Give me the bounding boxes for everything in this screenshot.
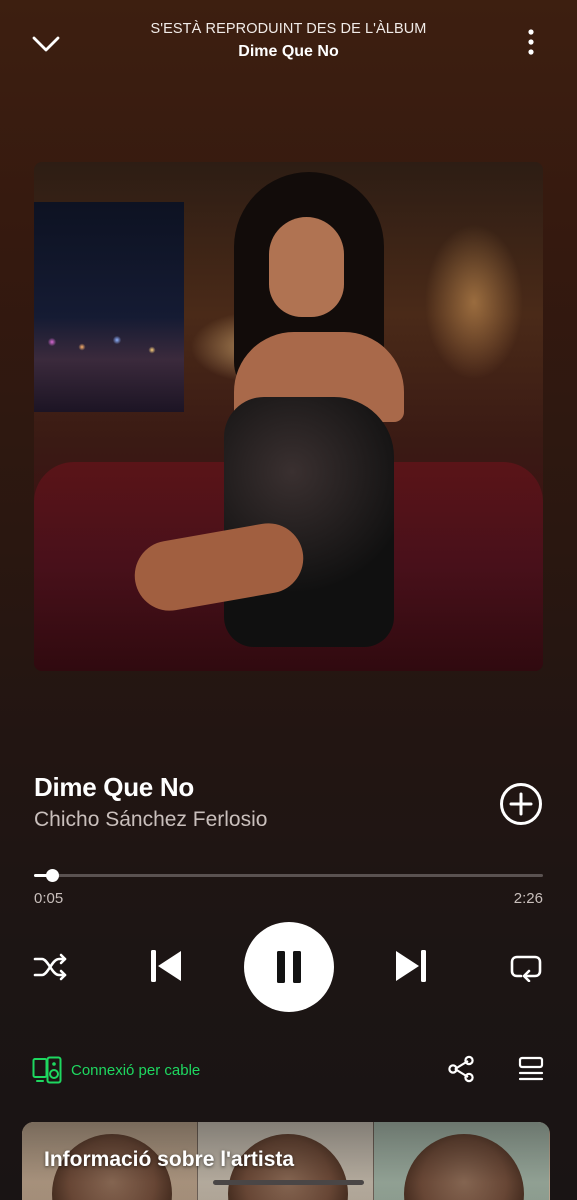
share-icon [448, 1055, 474, 1083]
progress-bar[interactable] [34, 869, 543, 882]
home-indicator[interactable] [213, 1180, 364, 1185]
device-label: Connexió per cable [71, 1061, 201, 1079]
track-artist[interactable]: Chicho Sánchez Ferlosio [34, 808, 267, 832]
repeat-button[interactable] [507, 948, 545, 986]
more-options-button[interactable] [513, 24, 549, 60]
skip-previous-icon [151, 950, 181, 982]
add-circle-icon [500, 783, 542, 825]
track-title[interactable]: Dime Que No [34, 772, 194, 803]
queue-button[interactable] [515, 1053, 547, 1085]
add-to-library-button[interactable] [498, 781, 544, 827]
previous-button[interactable] [146, 946, 186, 986]
shuffle-button[interactable] [32, 948, 70, 986]
elapsed-time: 0:05 [34, 890, 64, 907]
player-header: S'ESTÀ REPRODUINT DES DE L'ÀLBUM Dime Qu… [0, 0, 577, 80]
progress-handle[interactable] [45, 869, 59, 882]
speaker-device-icon [32, 1056, 62, 1084]
shuffle-icon [33, 953, 67, 981]
album-name[interactable]: Dime Que No [0, 43, 577, 61]
share-button[interactable] [445, 1053, 477, 1085]
playing-context-label: S'ESTÀ REPRODUINT DES DE L'ÀLBUM [150, 21, 427, 37]
artist-info-title: Informació sobre l'artista [44, 1148, 295, 1171]
artist-info-card[interactable]: Informació sobre l'artista [22, 1122, 550, 1200]
pause-button[interactable] [244, 922, 334, 1012]
more-vertical-icon [528, 29, 534, 55]
artwork-figure [129, 172, 424, 671]
artwork-window [34, 202, 184, 412]
queue-icon [518, 1056, 544, 1081]
pause-icon [277, 951, 301, 983]
connected-device[interactable]: Connexió per cable [32, 1055, 200, 1085]
total-time: 2:26 [513, 890, 543, 907]
album-artwork [34, 162, 543, 671]
next-button[interactable] [391, 946, 431, 986]
repeat-icon [510, 955, 542, 982]
skip-next-icon [396, 950, 426, 982]
